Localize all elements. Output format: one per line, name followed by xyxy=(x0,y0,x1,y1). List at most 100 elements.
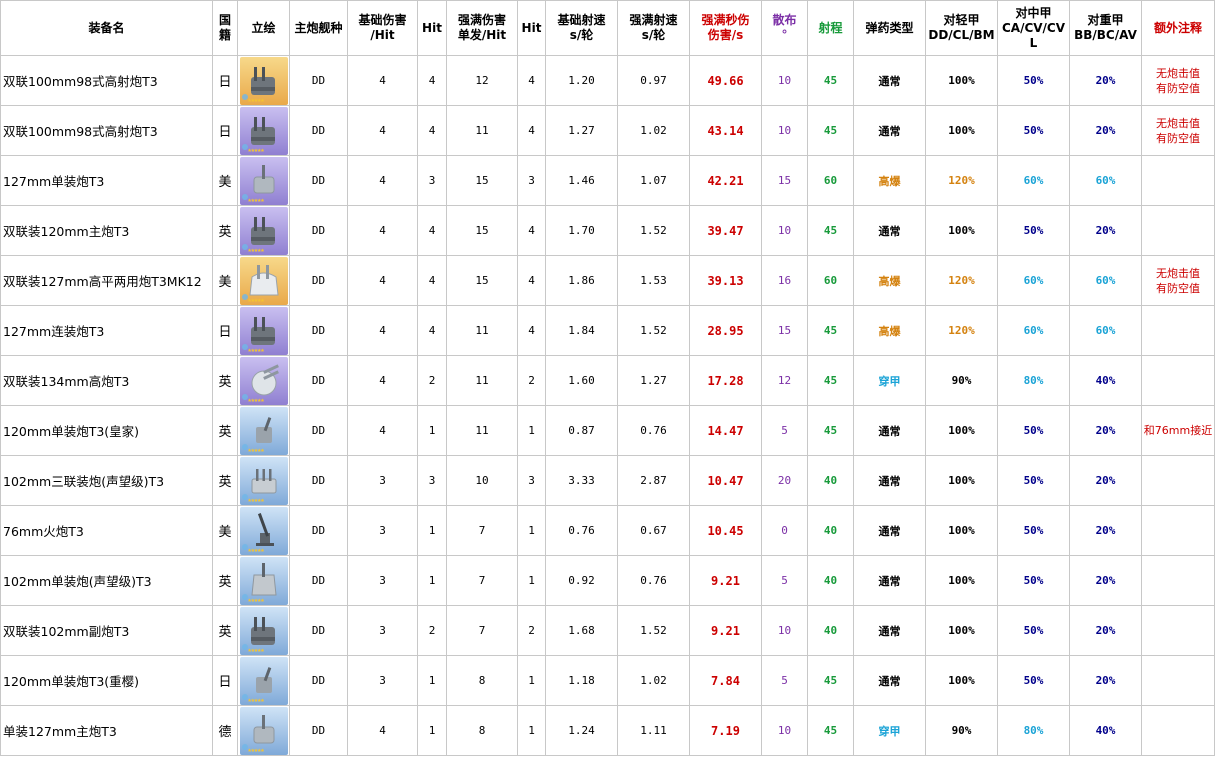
column-header-line: DD/CL/BM xyxy=(928,28,995,42)
table-row: 双联装134mm高炮T3 英 ★★★★★ DD 4 2 11 2 1.60 1.27 17.28 12… xyxy=(0,355,1215,406)
nation: 德 xyxy=(212,705,238,756)
base-fire-rate: 1.70 xyxy=(545,205,618,256)
ammo-type: 穿甲 xyxy=(853,355,926,406)
max-dps: 10.45 xyxy=(689,505,762,556)
column-header: 主炮舰种 xyxy=(289,0,348,56)
spread: 15 xyxy=(761,155,808,206)
vs-medium-armor: 50% xyxy=(997,655,1070,706)
base-hit: 3 xyxy=(417,455,447,506)
vs-medium-armor: 80% xyxy=(997,705,1070,756)
portrait-cell: ★★★★★ xyxy=(237,505,290,556)
note-line: 无炮击值 xyxy=(1156,66,1200,80)
vs-light-armor: 90% xyxy=(925,705,998,756)
ammo-type: 通常 xyxy=(853,655,926,706)
max-damage: 8 xyxy=(446,705,518,756)
extra-note xyxy=(1141,655,1215,706)
max-damage: 15 xyxy=(446,205,518,256)
max-hit: 1 xyxy=(517,655,546,706)
column-header: 射程 xyxy=(807,0,854,56)
vs-light-armor: 120% xyxy=(925,305,998,356)
star-rating-icon: ★★★★★ xyxy=(247,95,265,104)
ship-type: DD xyxy=(289,105,348,156)
max-hit: 1 xyxy=(517,705,546,756)
spread: 16 xyxy=(761,255,808,306)
column-header-line: 对轻甲 xyxy=(943,13,980,27)
column-header: 装备名 xyxy=(0,0,213,56)
equipment-table: 装备名国籍立绘 主炮舰种 基础伤害/Hit Hit 强满伤害 单发/Hit Hit 基础射速 s… xyxy=(0,0,1215,756)
range: 60 xyxy=(807,155,854,206)
extra-note: 无炮击值 有防空值 xyxy=(1141,55,1215,106)
table-row: 双联100mm98式高射炮T3 日 ★★★★★ DD 4 4 11 4 1.27 1.02 43.1… xyxy=(0,105,1215,156)
vs-heavy-armor: 20% xyxy=(1069,405,1142,456)
equipment-name: 双联装102mm副炮T3 xyxy=(0,605,213,656)
column-header-line: /Hit xyxy=(370,28,395,42)
nation: 日 xyxy=(212,655,238,706)
max-hit: 2 xyxy=(517,605,546,656)
max-damage: 7 xyxy=(446,505,518,556)
single-turret-icon: ★★★★★ xyxy=(239,156,288,205)
vs-heavy-armor: 20% xyxy=(1069,505,1142,556)
base-hit: 4 xyxy=(417,305,447,356)
base-hit: 4 xyxy=(417,255,447,306)
extra-note xyxy=(1141,155,1215,206)
max-fire-rate: 1.07 xyxy=(617,155,690,206)
vs-heavy-armor: 20% xyxy=(1069,455,1142,506)
max-damage: 10 xyxy=(446,455,518,506)
max-damage: 15 xyxy=(446,155,518,206)
column-header-line: BB/BC/AV xyxy=(1074,28,1137,42)
extra-note xyxy=(1141,555,1215,606)
base-damage: 4 xyxy=(347,705,418,756)
extra-note: 无炮击值 有防空值 xyxy=(1141,105,1215,156)
nation: 日 xyxy=(212,55,238,106)
column-header-line: L xyxy=(1029,35,1038,50)
column-header-line: 强满射速 xyxy=(629,13,678,27)
star-rating-icon: ★★★★★ xyxy=(247,495,265,504)
table-row: 120mm单装炮T3(皇家) 英 ★★★★★ DD 4 1 11 1 0.87 0.76 14.47… xyxy=(0,405,1215,456)
column-header-line: 强满伤害 xyxy=(457,13,506,27)
column-header: 强满伤害 单发/Hit xyxy=(446,0,518,56)
star-rating-icon: ★★★★★ xyxy=(247,595,265,604)
star-rating-icon: ★★★★★ xyxy=(247,145,265,154)
equipment-name: 120mm单装炮T3(重樱) xyxy=(0,655,213,706)
spread: 10 xyxy=(761,605,808,656)
note-line: 有防空值 xyxy=(1156,131,1200,145)
note-line: 有防空值 xyxy=(1156,281,1200,295)
max-damage: 12 xyxy=(446,55,518,106)
max-damage: 11 xyxy=(446,355,518,406)
vs-medium-armor: 50% xyxy=(997,205,1070,256)
base-damage: 4 xyxy=(347,255,418,306)
star-rating-icon: ★★★★★ xyxy=(247,195,265,204)
portrait-cell: ★★★★★ xyxy=(237,605,290,656)
extra-note xyxy=(1141,505,1215,556)
column-header-line: CA/CV/CV xyxy=(1001,20,1066,35)
spread: 10 xyxy=(761,105,808,156)
max-hit: 4 xyxy=(517,255,546,306)
column-header-line: 立绘 xyxy=(251,20,276,35)
equipment-name: 102mm单装炮(声望级)T3 xyxy=(0,555,213,606)
column-header-line: 散布 xyxy=(772,13,797,27)
vs-light-armor: 120% xyxy=(925,255,998,306)
base-fire-rate: 1.68 xyxy=(545,605,618,656)
table-row: 双联装120mm主炮T3 英 ★★★★★ DD 4 4 15 4 1.70 1.52 39.47 10… xyxy=(0,205,1215,256)
range: 40 xyxy=(807,505,854,556)
range: 45 xyxy=(807,705,854,756)
base-hit: 1 xyxy=(417,405,447,456)
base-fire-rate: 1.46 xyxy=(545,155,618,206)
table-row: 76mm火炮T3 美 ★★★★★ DD 3 1 7 1 0.76 0.67 10.45 0 40 通常 10… xyxy=(0,505,1215,556)
base-fire-rate: 0.92 xyxy=(545,555,618,606)
range: 40 xyxy=(807,455,854,506)
spread: 0 xyxy=(761,505,808,556)
nation: 英 xyxy=(212,605,238,656)
base-damage: 3 xyxy=(347,455,418,506)
column-header-line: 强满秒伤 xyxy=(701,13,750,27)
vs-heavy-armor: 20% xyxy=(1069,655,1142,706)
extra-note xyxy=(1141,205,1215,256)
nation: 日 xyxy=(212,105,238,156)
column-header: 对重甲 BB/BC/AV xyxy=(1069,0,1142,56)
base-damage: 4 xyxy=(347,355,418,406)
ammo-type: 高爆 xyxy=(853,255,926,306)
column-header: 强满秒伤 伤害/s xyxy=(689,0,762,56)
base-damage: 4 xyxy=(347,305,418,356)
deck-gun-icon: ★★★★★ xyxy=(239,506,288,555)
base-damage: 4 xyxy=(347,55,418,106)
